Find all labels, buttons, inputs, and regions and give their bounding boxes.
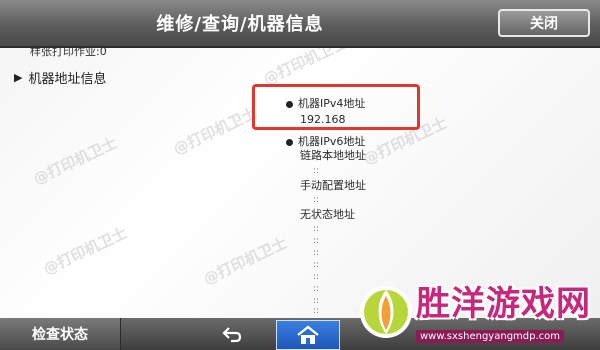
stateless-value: :: xyxy=(313,248,320,258)
section-machine-address[interactable]: ▶ 机器地址信息 xyxy=(14,68,106,87)
stateless-label: 无状态地址 xyxy=(300,208,355,221)
stateless-value: :: xyxy=(313,260,320,270)
stateless-value: :: xyxy=(313,306,320,316)
page-title: 维修/查询/机器信息 xyxy=(156,14,324,35)
link-local-value: :: xyxy=(313,166,320,176)
stateless-value: :: xyxy=(313,284,320,294)
manual-config-value: :: xyxy=(313,195,320,205)
ipv4-label: 机器IPv4地址 xyxy=(286,97,365,111)
stateless-value: :: xyxy=(313,272,320,282)
section-label: 机器地址信息 xyxy=(28,72,107,87)
ipv4-value: 192.168 xyxy=(300,113,346,126)
ipv6-label: 机器IPv6地址 xyxy=(286,135,365,149)
home-button[interactable] xyxy=(276,320,340,350)
back-button[interactable] xyxy=(192,318,272,350)
bullet-icon xyxy=(286,138,293,146)
stateless-value: :: xyxy=(313,296,320,306)
back-arrow-icon xyxy=(222,327,242,343)
watermark: @打印机卫士 xyxy=(40,223,130,279)
watermark: @打印机卫士 xyxy=(30,133,120,189)
logo-mark-icon xyxy=(360,286,412,338)
expand-triangle-icon: ▶ xyxy=(14,71,23,84)
title-bar: 维修/查询/机器信息 关闭 xyxy=(0,0,600,48)
printer-screen: @打印机卫士 @打印机卫士 @打印机卫士 @打印机卫士 @打印机卫士 @打印机卫… xyxy=(0,0,600,350)
link-local-label: 链路本地地址 xyxy=(300,149,366,162)
stateless-value: :: xyxy=(313,224,320,234)
bullet-icon xyxy=(286,100,293,108)
logo-url: www.sxshengyangmdp.com xyxy=(416,330,565,343)
check-status-button[interactable]: 检查状态 xyxy=(0,318,121,350)
close-button[interactable]: 关闭 xyxy=(498,9,590,37)
site-logo: 胜洋游戏网 www.sxshengyangmdp.com xyxy=(350,268,600,350)
stateless-value: :: xyxy=(313,236,320,246)
logo-name: 胜洋游戏网 xyxy=(416,284,591,324)
sample-print-jobs: 样张打印作业:0 xyxy=(30,45,107,58)
home-icon xyxy=(297,325,319,344)
manual-config-label: 手动配置地址 xyxy=(300,179,366,192)
watermark: @打印机卫士 xyxy=(200,233,290,289)
watermark: @打印机卫士 xyxy=(170,103,260,159)
